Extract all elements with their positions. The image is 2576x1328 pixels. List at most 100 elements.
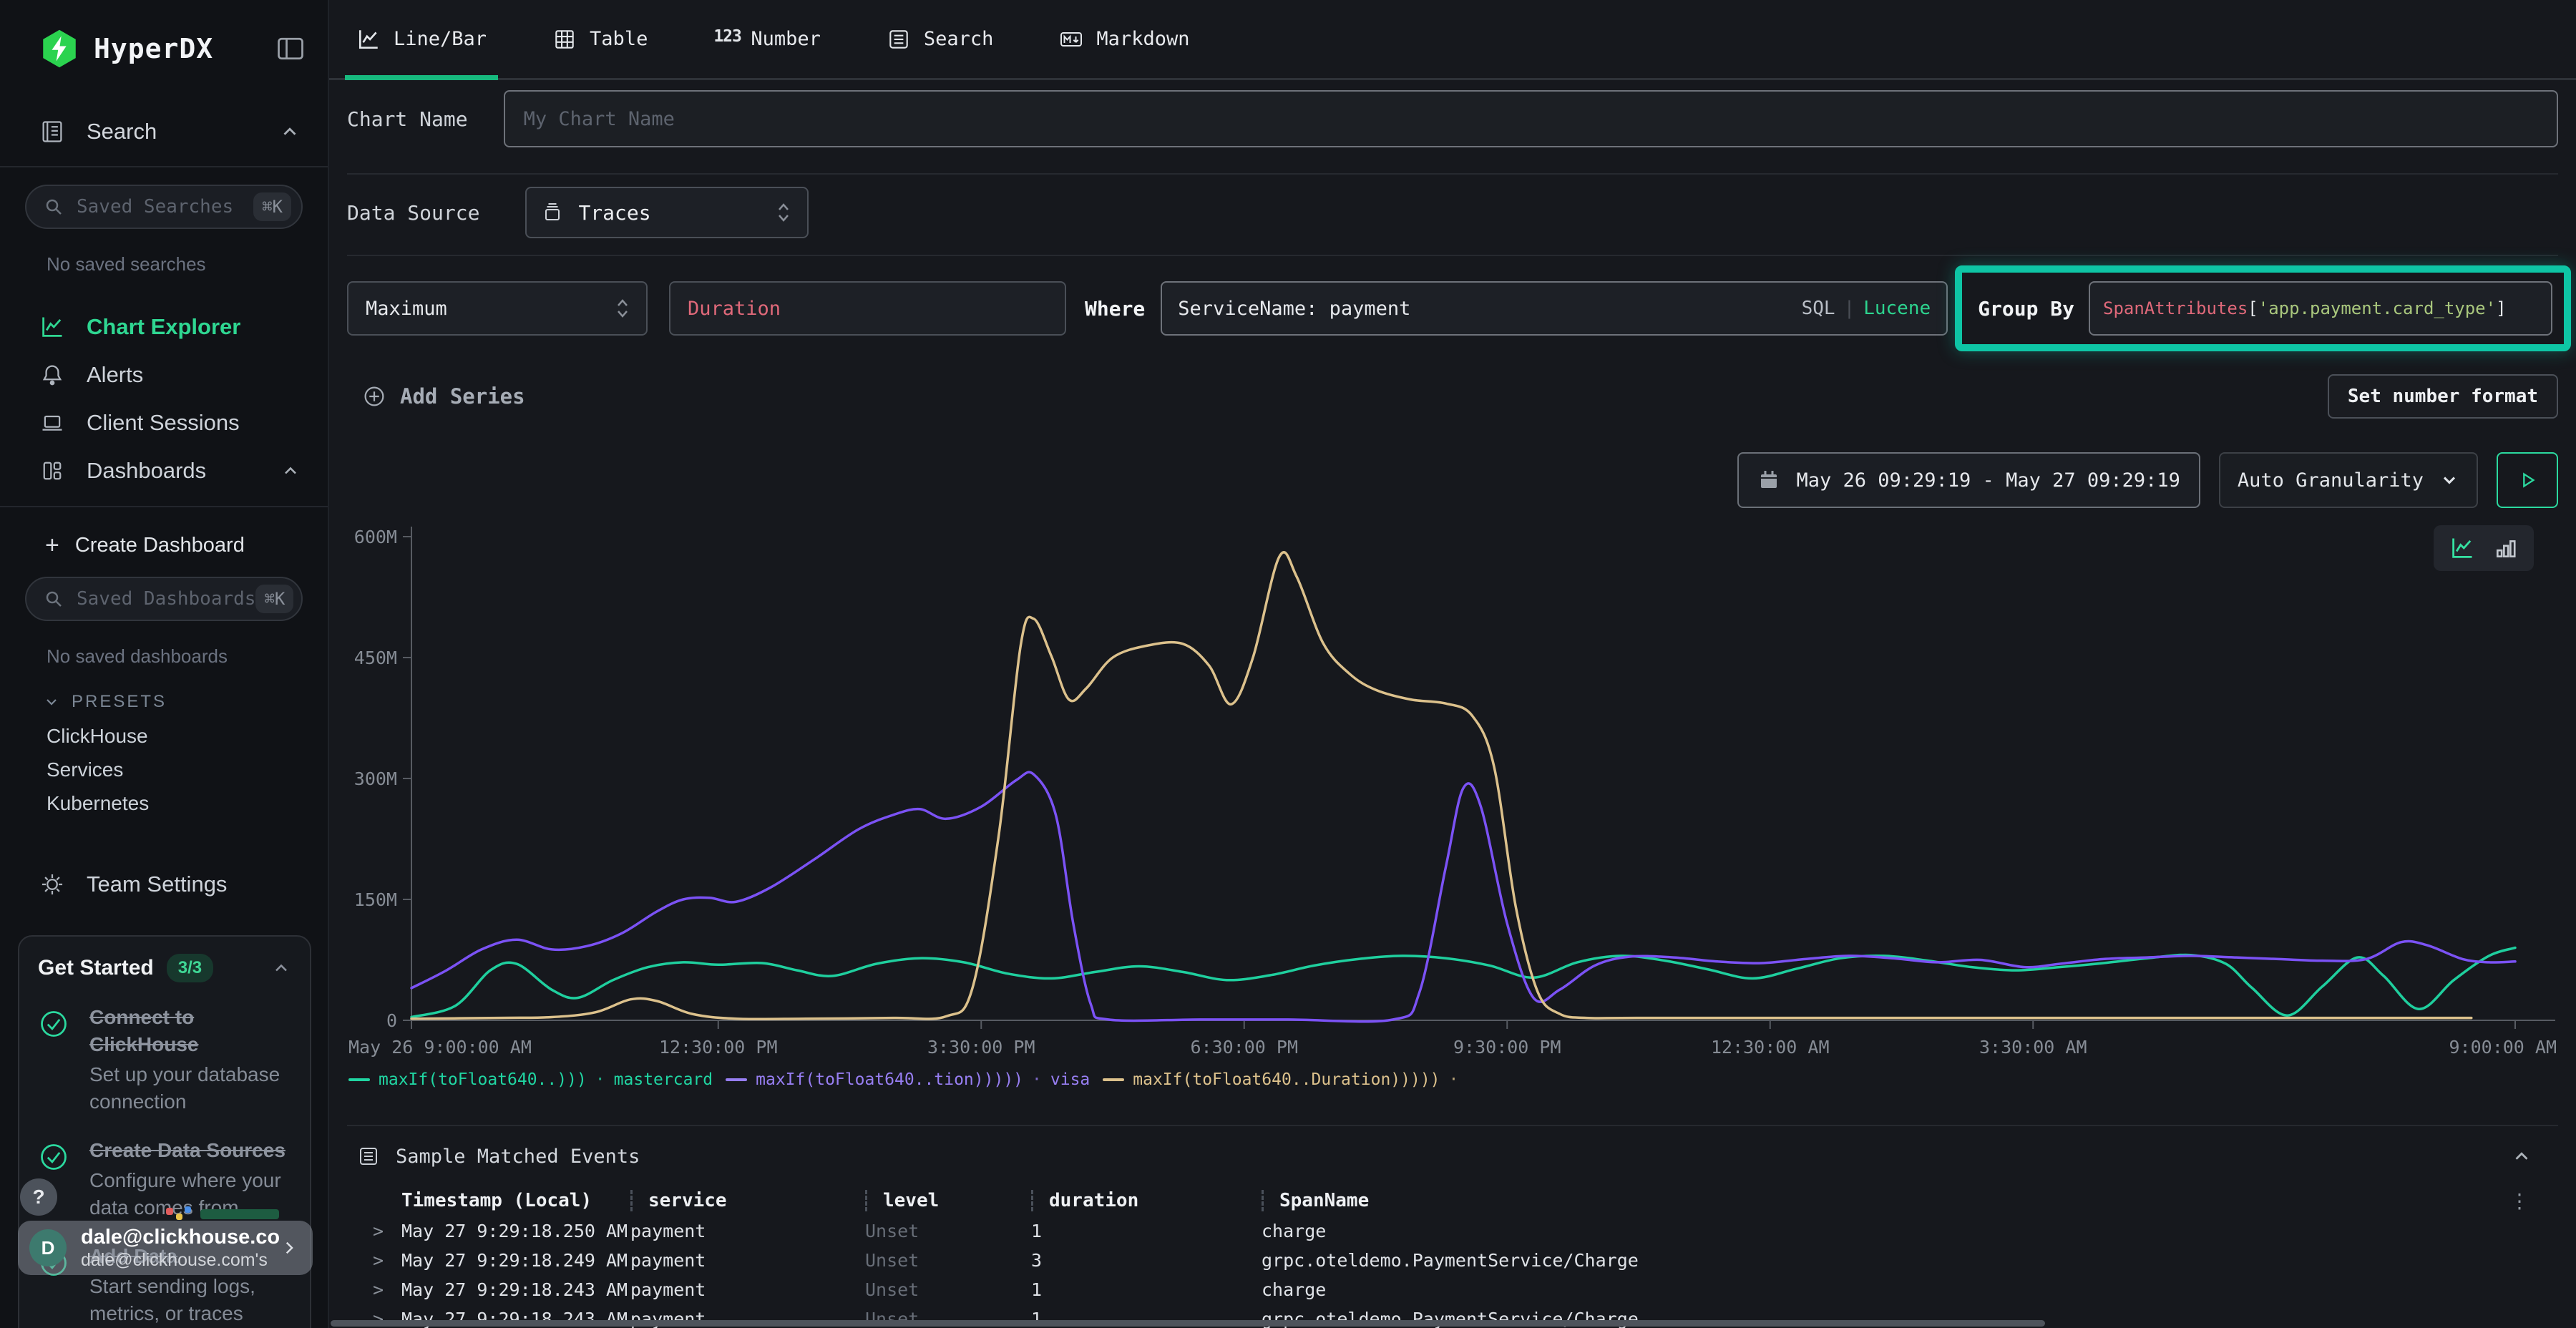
svg-text:300M: 300M <box>354 768 397 789</box>
run-query-button[interactable] <box>2497 452 2558 508</box>
markdown-icon <box>1059 27 1083 52</box>
legend-item-visa[interactable]: maxIf(toFloat640..tion)))))·visa <box>713 1070 1090 1089</box>
plus-icon: + <box>45 532 59 560</box>
group-by-input[interactable]: SpanAttributes['app.payment.card_type'] <box>2089 281 2552 336</box>
legend-swatch <box>1103 1078 1124 1081</box>
where-input[interactable]: ServiceName: payment SQL|Lucene <box>1161 281 1948 336</box>
sidebar-item-chart-explorer[interactable]: Chart Explorer <box>0 303 328 351</box>
chart-name-input[interactable] <box>504 90 2558 147</box>
search-section-label: Search <box>87 119 157 145</box>
presets-toggle[interactable]: PRESETS <box>43 692 328 712</box>
legend-item-series-3[interactable]: maxIf(toFloat640..Duration)))))· <box>1090 1070 1467 1089</box>
table-row[interactable]: >May 27 9:29:18.250 AMpaymentUnset1charg… <box>347 1216 2558 1246</box>
avatar: D <box>29 1229 67 1266</box>
get-started-header[interactable]: Get Started 3/3 <box>38 954 291 982</box>
field-input[interactable]: Duration <box>669 281 1066 336</box>
line-chart-icon[interactable] <box>2449 535 2475 561</box>
chart-line-icon <box>39 314 65 340</box>
sidebar: HyperDX Search Saved Searches ⌘K No save… <box>0 0 329 1328</box>
tab-table[interactable]: Table <box>541 0 659 78</box>
expand-row-icon[interactable]: > <box>373 1279 401 1300</box>
laptop-icon <box>39 410 65 436</box>
divider <box>347 173 2558 175</box>
column-resize-handle[interactable] <box>865 1190 867 1211</box>
date-range-picker[interactable]: May 26 09:29:19 - May 27 09:29:19 <box>1737 452 2200 508</box>
sidebar-item-search[interactable]: Search <box>0 109 328 155</box>
help-button[interactable]: ? <box>20 1178 57 1216</box>
progress-badge: 3/3 <box>167 954 213 982</box>
bar-chart-icon[interactable] <box>2494 536 2518 560</box>
search-icon <box>42 195 65 218</box>
expand-row-icon[interactable]: > <box>373 1250 401 1271</box>
group-by-highlight: Group By SpanAttributes['app.payment.car… <box>1955 265 2571 351</box>
set-number-format-button[interactable]: Set number format <box>2328 374 2558 419</box>
add-series-button[interactable]: Add Series <box>361 384 525 409</box>
chevron-up-icon <box>280 461 301 481</box>
chevron-right-icon <box>280 1239 298 1257</box>
calendar-icon <box>1757 469 1780 492</box>
sql-mode-button[interactable]: SQL <box>1802 298 1835 319</box>
table-list-icon <box>357 1145 380 1168</box>
svg-text:600M: 600M <box>354 527 397 547</box>
no-saved-dashboards-text: No saved dashboards <box>47 645 328 668</box>
tab-markdown[interactable]: Markdown <box>1048 0 1201 78</box>
column-header-service[interactable]: service <box>630 1190 865 1211</box>
saved-dashboards-placeholder: Saved Dashboards <box>77 588 255 610</box>
user-menu[interactable]: D dale@clickhouse.com dale@clickhouse.co… <box>18 1221 313 1275</box>
granularity-select[interactable]: Auto Granularity <box>2219 452 2478 508</box>
user-email: dale@clickhouse.com <box>81 1225 280 1249</box>
tab-search[interactable]: Search <box>875 0 1005 78</box>
svg-text:450M: 450M <box>354 648 397 668</box>
get-started-item-connect-to-clickhouse[interactable]: Connect to ClickHouseSet up your databas… <box>38 1004 291 1115</box>
collapse-sidebar-icon[interactable] <box>275 33 306 64</box>
preset-services[interactable]: Services <box>47 753 328 786</box>
create-dashboard-button[interactable]: + Create Dashboard <box>45 532 328 560</box>
aggregation-select[interactable]: Maximum <box>347 281 648 336</box>
saved-dashboards-input[interactable]: Saved Dashboards ⌘K <box>25 577 303 621</box>
saved-searches-input[interactable]: Saved Searches ⌘K <box>25 185 303 229</box>
check-circle-icon <box>38 1141 69 1173</box>
horizontal-scrollbar[interactable] <box>331 1320 2045 1327</box>
chevron-up-icon <box>279 121 301 142</box>
table-row[interactable]: >May 27 9:29:18.249 AMpaymentUnset3grpc.… <box>347 1246 2558 1275</box>
collapse-panel-icon[interactable] <box>2511 1146 2532 1167</box>
bell-icon <box>39 362 65 388</box>
column-header-spanname[interactable]: SpanName <box>1262 1190 2558 1211</box>
preset-clickhouse[interactable]: ClickHouse <box>47 719 328 753</box>
svg-text:6:30:00 PM: 6:30:00 PM <box>1190 1037 1298 1058</box>
logo-row: HyperDX <box>0 0 328 69</box>
preset-kubernetes[interactable]: Kubernetes <box>47 786 328 820</box>
chevron-down-icon <box>2439 470 2459 490</box>
column-header-level[interactable]: level <box>865 1190 1031 1211</box>
data-source-select[interactable]: Traces <box>525 187 809 238</box>
events-table-body: >May 27 9:29:18.250 AMpaymentUnset1charg… <box>347 1216 2558 1328</box>
table-row[interactable]: >May 27 9:29:18.243 AMpaymentUnset1charg… <box>347 1275 2558 1304</box>
app-title: HyperDX <box>94 33 213 64</box>
column-header-duration[interactable]: duration <box>1031 1190 1262 1211</box>
column-resize-handle[interactable] <box>1031 1190 1033 1211</box>
column-resize-handle[interactable] <box>630 1190 633 1211</box>
tab-line-bar[interactable]: Line/Bar <box>345 0 498 78</box>
shortcut-badge: ⌘K <box>253 192 291 221</box>
sidebar-item-alerts[interactable]: Alerts <box>0 351 328 399</box>
plus-circle-icon <box>361 384 387 409</box>
tab-number[interactable]: 123Number <box>702 0 832 78</box>
svg-text:3:30:00 AM: 3:30:00 AM <box>1979 1037 2087 1058</box>
legend-item-mastercard[interactable]: maxIf(toFloat640..)))·mastercard <box>348 1070 713 1089</box>
timeseries-chart[interactable]: 0150M300M450M600MMay 26 9:00:00 AM12:30:… <box>347 515 2558 1058</box>
sidebar-item-team-settings[interactable]: Team Settings <box>0 860 328 908</box>
sample-events-header[interactable]: Sample Matched Events <box>347 1126 2558 1182</box>
column-resize-handle[interactable] <box>1262 1190 1264 1211</box>
chevron-up-icon <box>271 958 291 978</box>
svg-text:9:00:00 AM: 9:00:00 AM <box>2449 1037 2557 1058</box>
lucene-mode-button[interactable]: Lucene <box>1863 298 1931 319</box>
main-area: Line/Bar Table 123Number Search Markdown Cha… <box>329 0 2576 1328</box>
sidebar-item-dashboards[interactable]: Dashboards <box>0 446 328 494</box>
column-header-timestamp-local[interactable]: Timestamp (Local) <box>401 1190 630 1211</box>
list-icon <box>887 27 911 52</box>
column-settings-icon[interactable]: ⋮ <box>2509 1189 2529 1213</box>
sidebar-item-client-sessions[interactable]: Client Sessions <box>0 399 328 446</box>
chart-editor: Chart Name Data Source Traces <box>329 80 2576 1328</box>
123-icon: 123 <box>713 27 738 52</box>
expand-row-icon[interactable]: > <box>373 1221 401 1241</box>
